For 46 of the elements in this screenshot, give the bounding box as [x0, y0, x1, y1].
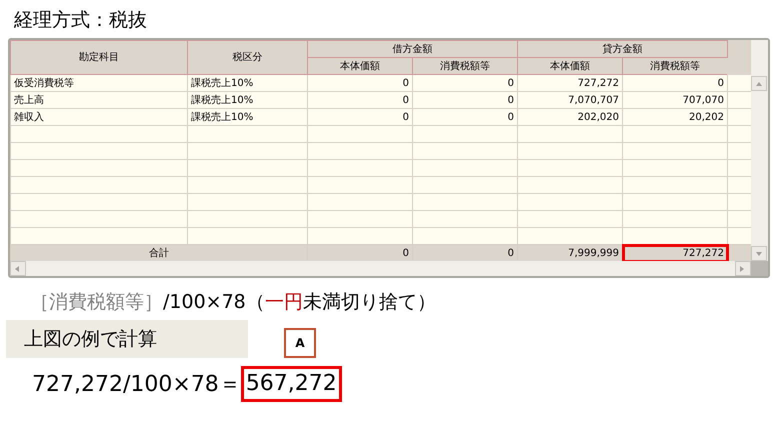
column-header: 勘定科目 [10, 40, 188, 74]
total-cell: 727,272 [622, 244, 728, 261]
table-cell: 0 [412, 108, 518, 126]
table-cell: 727,272 [518, 74, 622, 92]
column-header: 消費税額等 [412, 58, 518, 74]
table-cell: 課税売上10% [188, 92, 308, 108]
example-heading: 上図の例で計算 [6, 320, 248, 358]
table-cell: 売上高 [10, 92, 188, 108]
calculation-text: 727,272/100×78＝ [32, 370, 241, 398]
column-header: 消費税額等 [622, 58, 728, 74]
marker-label: A [284, 328, 316, 358]
table-cell: 0 [308, 74, 412, 92]
table-cell: 0 [308, 108, 412, 126]
arrow-down-icon [754, 250, 764, 258]
table-cell: 707,070 [622, 92, 728, 108]
scroll-left-button[interactable] [10, 261, 26, 276]
table-cell: 202,020 [518, 108, 622, 126]
total-cell: 0 [308, 244, 412, 261]
scroll-up-button[interactable] [751, 76, 767, 91]
table-cell: 雑収入 [10, 108, 188, 126]
table-cell: 課税売上10% [188, 108, 308, 126]
horizontal-scrollbar[interactable] [10, 261, 751, 276]
group-header: 借方金額 [308, 40, 518, 58]
total-label: 合計 [10, 244, 308, 261]
table-cell: 7,070,707 [518, 92, 622, 108]
scroll-right-button[interactable] [735, 261, 751, 276]
table-cell: 20,202 [622, 108, 728, 126]
table-cell: 0 [412, 92, 518, 108]
vertical-scrollbar[interactable] [751, 40, 768, 261]
arrow-up-icon [754, 80, 764, 88]
total-cell: 7,999,999 [518, 244, 622, 261]
table-cell: 課税売上10% [188, 74, 308, 92]
table-cell: 0 [308, 92, 412, 108]
table-cell: 仮受消費税等 [10, 74, 188, 92]
table-cell: 0 [622, 74, 728, 92]
table-cell: 0 [412, 74, 518, 92]
scrollbar-corner [751, 261, 768, 276]
result-value: 567,272 [240, 366, 342, 402]
group-header: 貸方金額 [518, 40, 728, 58]
scroll-down-button[interactable] [751, 246, 767, 261]
total-cell: 0 [412, 244, 518, 261]
column-header: 税区分 [188, 40, 308, 74]
page-title: 経理方式：税抜 [13, 8, 148, 33]
formula-text: ［消費税額等］/100×78（一円未満切り捨て） [29, 290, 437, 315]
column-header: 本体価額 [518, 58, 622, 74]
column-header: 本体価額 [308, 58, 412, 74]
